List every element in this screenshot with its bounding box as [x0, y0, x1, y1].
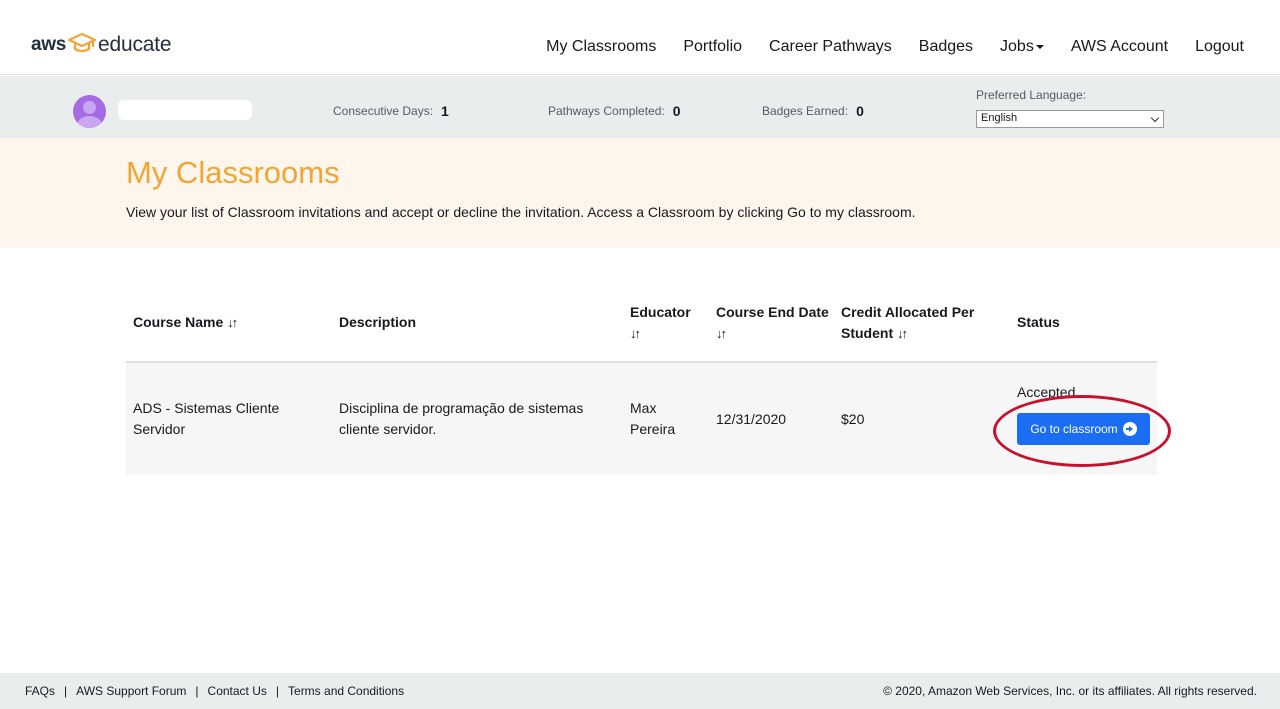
footer-link-support-forum[interactable]: AWS Support Forum	[76, 684, 186, 698]
description-line-2: cliente servidor.	[339, 421, 437, 437]
sort-icon: ↓↑	[897, 326, 908, 341]
arrow-right-circle-icon	[1122, 422, 1137, 436]
footer-links: FAQs | AWS Support Forum | Contact Us | …	[25, 684, 404, 698]
nav-portfolio[interactable]: Portfolio	[683, 38, 742, 56]
header-course-name-label: Course Name	[133, 314, 224, 330]
consecutive-days-stat: Consecutive Days: 1	[333, 103, 449, 119]
logo-aws-text: aws	[31, 34, 67, 55]
preferred-language-label: Preferred Language:	[976, 88, 1087, 102]
header-educator[interactable]: Educator ↓↑	[630, 302, 691, 344]
consecutive-days-value: 1	[441, 103, 449, 119]
redacted-username	[118, 100, 252, 120]
nav-logout[interactable]: Logout	[1195, 38, 1244, 56]
header-end-date-label: Course End Date	[716, 304, 829, 320]
avatar-body-icon	[77, 116, 102, 128]
educator-line-2: Pereira	[630, 421, 676, 437]
page-subtitle: View your list of Classroom invitations …	[126, 204, 916, 220]
course-name-line-1: ADS - Sistemas Cliente	[133, 400, 280, 416]
description-line-1: Disciplina de programação de sistemas	[339, 400, 584, 416]
cell-status: Accepted	[1017, 384, 1076, 400]
cell-credit: $20	[841, 411, 865, 427]
header-credit-label-1: Credit Allocated Per	[841, 304, 975, 320]
nav-aws-account[interactable]: AWS Account	[1071, 38, 1168, 56]
header-educator-label: Educator	[630, 304, 691, 320]
footer-separator: |	[195, 684, 199, 698]
course-name-line-2: Servidor	[133, 421, 186, 437]
educator-line-1: Max	[630, 400, 657, 416]
page-footer: FAQs | AWS Support Forum | Contact Us | …	[0, 673, 1280, 709]
header-course-end-date[interactable]: Course End Date ↓↑	[716, 302, 829, 344]
nav-badges[interactable]: Badges	[919, 38, 973, 56]
header-credit-label-2: Student	[841, 325, 894, 341]
footer-link-faqs[interactable]: FAQs	[25, 684, 55, 698]
footer-separator: |	[64, 684, 68, 698]
table-header: Course Name ↓↑ Description Educator ↓↑ C…	[126, 290, 1157, 363]
sort-icon: ↓↑	[227, 315, 238, 330]
language-select[interactable]: English	[976, 110, 1164, 128]
footer-copyright: © 2020, Amazon Web Services, Inc. or its…	[883, 684, 1257, 698]
nav-jobs-dropdown[interactable]: Jobs	[1000, 38, 1044, 56]
avatar-head-icon	[83, 101, 96, 114]
table-row: ADS - Sistemas Cliente Servidor Discipli…	[126, 363, 1157, 475]
aws-educate-logo[interactable]: aws educate	[31, 28, 172, 56]
page-hero: My Classrooms View your list of Classroo…	[0, 138, 1280, 248]
nav-my-classrooms[interactable]: My Classrooms	[546, 38, 656, 56]
cell-end-date: 12/31/2020	[716, 411, 787, 427]
cell-educator: Max Pereira	[630, 398, 675, 440]
sort-icon: ↓↑	[716, 326, 727, 341]
consecutive-days-label: Consecutive Days:	[333, 104, 434, 118]
footer-link-contact-us[interactable]: Contact Us	[208, 684, 267, 698]
cell-course-name: ADS - Sistemas Cliente Servidor	[133, 398, 279, 440]
page-title: My Classrooms	[126, 155, 340, 190]
top-header: aws educate My Classrooms Portfolio Care…	[0, 0, 1280, 75]
language-selected-value: English	[981, 112, 1018, 124]
cell-description: Disciplina de programação de sistemas cl…	[339, 398, 583, 440]
go-to-classroom-label: Go to classroom	[1030, 422, 1118, 436]
sort-icon: ↓↑	[630, 326, 641, 341]
main-nav: My Classrooms Portfolio Career Pathways …	[519, 38, 1244, 56]
graduation-cap-icon	[67, 32, 97, 53]
nav-career-pathways[interactable]: Career Pathways	[769, 38, 892, 56]
user-stats-bar: Consecutive Days: 1 Pathways Completed: …	[0, 76, 1280, 138]
badges-earned-label: Badges Earned:	[762, 104, 849, 118]
pathways-completed-label: Pathways Completed:	[548, 104, 665, 118]
chevron-down-icon	[1150, 113, 1160, 123]
badges-earned-stat: Badges Earned: 0	[762, 103, 864, 119]
pathways-completed-value: 0	[672, 103, 681, 119]
classrooms-table: Course Name ↓↑ Description Educator ↓↑ C…	[126, 290, 1157, 475]
header-status: Status	[1017, 314, 1060, 330]
header-credit-allocated[interactable]: Credit Allocated Per Student ↓↑	[841, 302, 974, 344]
preferred-language: Preferred Language: English	[976, 88, 1164, 128]
footer-separator: |	[275, 684, 280, 698]
pathways-completed-stat: Pathways Completed: 0	[548, 103, 681, 119]
footer-link-terms[interactable]: Terms and Conditions	[288, 684, 404, 698]
logo-educate-text: educate	[98, 33, 172, 56]
header-description: Description	[339, 314, 417, 330]
caret-down-icon	[1035, 44, 1044, 49]
badges-earned-value: 0	[856, 103, 864, 119]
nav-jobs-label: Jobs	[1000, 38, 1034, 55]
go-to-classroom-button[interactable]: Go to classroom	[1017, 413, 1150, 445]
header-course-name[interactable]: Course Name ↓↑	[133, 312, 238, 333]
avatar[interactable]	[73, 95, 106, 128]
